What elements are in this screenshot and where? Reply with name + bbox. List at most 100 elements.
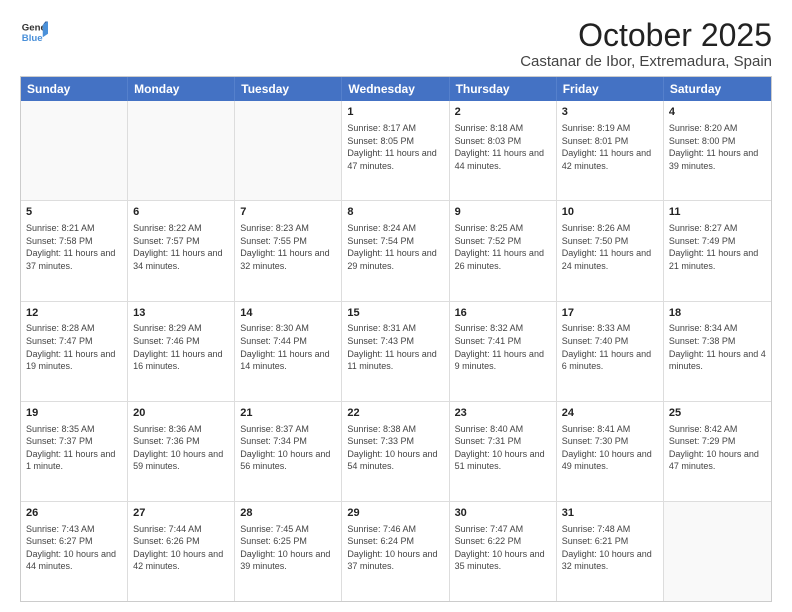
- day-info: Sunrise: 8:41 AM Sunset: 7:30 PM Dayligh…: [562, 423, 658, 473]
- calendar-cell-w1-d6: 3 Sunrise: 8:19 AM Sunset: 8:01 PM Daylig…: [557, 101, 664, 200]
- calendar-cell-w3-d3: 14Sunrise: 8:30 AM Sunset: 7:44 PM Dayli…: [235, 302, 342, 401]
- day-info: Sunrise: 8:24 AM Sunset: 7:54 PM Dayligh…: [347, 222, 443, 272]
- calendar-header: Sunday Monday Tuesday Wednesday Thursday…: [21, 77, 771, 101]
- day-number: 25: [669, 406, 766, 421]
- calendar-cell-w2-d2: 6 Sunrise: 8:22 AM Sunset: 7:57 PM Daylig…: [128, 201, 235, 300]
- page-subtitle: Castanar de Ibor, Extremadura, Spain: [520, 53, 772, 70]
- day-number: 12: [26, 306, 122, 321]
- dow-friday: Friday: [557, 77, 664, 101]
- day-info: Sunrise: 8:29 AM Sunset: 7:46 PM Dayligh…: [133, 322, 229, 372]
- day-info: Sunrise: 7:48 AM Sunset: 6:21 PM Dayligh…: [562, 523, 658, 573]
- day-number: 21: [240, 406, 336, 421]
- calendar-cell-w2-d4: 8 Sunrise: 8:24 AM Sunset: 7:54 PM Daylig…: [342, 201, 449, 300]
- logo-icon: General Blue: [20, 18, 48, 46]
- day-number: 4: [669, 105, 766, 120]
- day-number: 9: [455, 205, 551, 220]
- day-info: Sunrise: 8:22 AM Sunset: 7:57 PM Dayligh…: [133, 222, 229, 272]
- day-number: 27: [133, 506, 229, 521]
- day-number: 24: [562, 406, 658, 421]
- day-number: 19: [26, 406, 122, 421]
- calendar-cell-w2-d1: 5 Sunrise: 8:21 AM Sunset: 7:58 PM Daylig…: [21, 201, 128, 300]
- day-number: 10: [562, 205, 658, 220]
- calendar-cell-w5-d2: 27 Sunrise: 7:44 AM Sunset: 6:26 PM Dayli…: [128, 502, 235, 601]
- day-number: 8: [347, 205, 443, 220]
- calendar-cell-w2-d3: 7 Sunrise: 8:23 AM Sunset: 7:55 PM Daylig…: [235, 201, 342, 300]
- day-number: 26: [26, 506, 122, 521]
- day-number: 3: [562, 105, 658, 120]
- day-info: Sunrise: 8:23 AM Sunset: 7:55 PM Dayligh…: [240, 222, 336, 272]
- calendar-cell-w3-d4: 15Sunrise: 8:31 AM Sunset: 7:43 PM Dayli…: [342, 302, 449, 401]
- calendar-week-5: 26 Sunrise: 7:43 AM Sunset: 6:27 PM Dayli…: [21, 501, 771, 601]
- day-info: Sunrise: 8:28 AM Sunset: 7:47 PM Dayligh…: [26, 322, 122, 372]
- day-info: Sunrise: 8:40 AM Sunset: 7:31 PM Dayligh…: [455, 423, 551, 473]
- day-info: Sunrise: 7:46 AM Sunset: 6:24 PM Dayligh…: [347, 523, 443, 573]
- dow-wednesday: Wednesday: [342, 77, 449, 101]
- calendar-cell-w4-d5: 23 Sunrise: 8:40 AM Sunset: 7:31 PM Dayli…: [450, 402, 557, 501]
- day-number: 28: [240, 506, 336, 521]
- day-info: Sunrise: 7:44 AM Sunset: 6:26 PM Dayligh…: [133, 523, 229, 573]
- calendar-cell-w5-d7: [664, 502, 771, 601]
- day-number: 15: [347, 306, 443, 321]
- calendar-cell-w1-d7: 4Sunrise: 8:20 AM Sunset: 8:00 PM Daylig…: [664, 101, 771, 200]
- day-number: 22: [347, 406, 443, 421]
- day-number: 17: [562, 306, 658, 321]
- day-info: Sunrise: 8:36 AM Sunset: 7:36 PM Dayligh…: [133, 423, 229, 473]
- day-info: Sunrise: 7:43 AM Sunset: 6:27 PM Dayligh…: [26, 523, 122, 573]
- calendar-cell-w5-d3: 28 Sunrise: 7:45 AM Sunset: 6:25 PM Dayli…: [235, 502, 342, 601]
- page: General Blue October 2025 Castanar de Ib…: [0, 0, 792, 612]
- day-info: Sunrise: 8:37 AM Sunset: 7:34 PM Dayligh…: [240, 423, 336, 473]
- day-number: 5: [26, 205, 122, 220]
- day-info: Sunrise: 8:42 AM Sunset: 7:29 PM Dayligh…: [669, 423, 766, 473]
- calendar-cell-w5-d4: 29 Sunrise: 7:46 AM Sunset: 6:24 PM Dayli…: [342, 502, 449, 601]
- dow-monday: Monday: [128, 77, 235, 101]
- calendar-cell-w4-d1: 19 Sunrise: 8:35 AM Sunset: 7:37 PM Dayli…: [21, 402, 128, 501]
- day-number: 6: [133, 205, 229, 220]
- calendar-cell-w4-d4: 22 Sunrise: 8:38 AM Sunset: 7:33 PM Dayli…: [342, 402, 449, 501]
- calendar-cell-w4-d7: 25 Sunrise: 8:42 AM Sunset: 7:29 PM Dayli…: [664, 402, 771, 501]
- calendar-body: 1Sunrise: 8:17 AM Sunset: 8:05 PM Daylig…: [21, 101, 771, 601]
- day-info: Sunrise: 8:33 AM Sunset: 7:40 PM Dayligh…: [562, 322, 658, 372]
- day-number: 16: [455, 306, 551, 321]
- day-info: Sunrise: 8:18 AM Sunset: 8:03 PM Dayligh…: [455, 122, 551, 172]
- day-number: 7: [240, 205, 336, 220]
- calendar-cell-w4-d6: 24 Sunrise: 8:41 AM Sunset: 7:30 PM Dayli…: [557, 402, 664, 501]
- day-number: 2: [455, 105, 551, 120]
- day-info: Sunrise: 8:32 AM Sunset: 7:41 PM Dayligh…: [455, 322, 551, 372]
- calendar-week-4: 19 Sunrise: 8:35 AM Sunset: 7:37 PM Dayli…: [21, 401, 771, 501]
- calendar-cell-w2-d7: 11Sunrise: 8:27 AM Sunset: 7:49 PM Dayli…: [664, 201, 771, 300]
- calendar-cell-w2-d6: 10Sunrise: 8:26 AM Sunset: 7:50 PM Dayli…: [557, 201, 664, 300]
- calendar-cell-w1-d2: [128, 101, 235, 200]
- day-info: Sunrise: 8:35 AM Sunset: 7:37 PM Dayligh…: [26, 423, 122, 473]
- day-info: Sunrise: 8:21 AM Sunset: 7:58 PM Dayligh…: [26, 222, 122, 272]
- calendar-cell-w1-d4: 1Sunrise: 8:17 AM Sunset: 8:05 PM Daylig…: [342, 101, 449, 200]
- calendar-cell-w5-d1: 26 Sunrise: 7:43 AM Sunset: 6:27 PM Dayli…: [21, 502, 128, 601]
- dow-thursday: Thursday: [450, 77, 557, 101]
- header: General Blue October 2025 Castanar de Ib…: [20, 18, 772, 70]
- calendar-week-3: 12Sunrise: 8:28 AM Sunset: 7:47 PM Dayli…: [21, 301, 771, 401]
- day-info: Sunrise: 8:30 AM Sunset: 7:44 PM Dayligh…: [240, 322, 336, 372]
- dow-saturday: Saturday: [664, 77, 771, 101]
- dow-sunday: Sunday: [21, 77, 128, 101]
- day-number: 30: [455, 506, 551, 521]
- calendar-cell-w2-d5: 9 Sunrise: 8:25 AM Sunset: 7:52 PM Daylig…: [450, 201, 557, 300]
- day-number: 29: [347, 506, 443, 521]
- calendar-cell-w3-d2: 13Sunrise: 8:29 AM Sunset: 7:46 PM Dayli…: [128, 302, 235, 401]
- calendar-cell-w4-d3: 21 Sunrise: 8:37 AM Sunset: 7:34 PM Dayli…: [235, 402, 342, 501]
- day-info: Sunrise: 8:38 AM Sunset: 7:33 PM Dayligh…: [347, 423, 443, 473]
- day-number: 23: [455, 406, 551, 421]
- calendar-cell-w1-d5: 2 Sunrise: 8:18 AM Sunset: 8:03 PM Daylig…: [450, 101, 557, 200]
- calendar-week-2: 5 Sunrise: 8:21 AM Sunset: 7:58 PM Daylig…: [21, 200, 771, 300]
- day-info: Sunrise: 8:19 AM Sunset: 8:01 PM Dayligh…: [562, 122, 658, 172]
- calendar-cell-w1-d1: [21, 101, 128, 200]
- day-info: Sunrise: 7:47 AM Sunset: 6:22 PM Dayligh…: [455, 523, 551, 573]
- day-info: Sunrise: 8:31 AM Sunset: 7:43 PM Dayligh…: [347, 322, 443, 372]
- day-info: Sunrise: 8:34 AM Sunset: 7:38 PM Dayligh…: [669, 322, 766, 372]
- page-title: October 2025: [520, 18, 772, 53]
- calendar-cell-w3-d5: 16Sunrise: 8:32 AM Sunset: 7:41 PM Dayli…: [450, 302, 557, 401]
- day-info: Sunrise: 8:25 AM Sunset: 7:52 PM Dayligh…: [455, 222, 551, 272]
- day-number: 11: [669, 205, 766, 220]
- calendar-cell-w3-d1: 12Sunrise: 8:28 AM Sunset: 7:47 PM Dayli…: [21, 302, 128, 401]
- calendar-week-1: 1Sunrise: 8:17 AM Sunset: 8:05 PM Daylig…: [21, 101, 771, 200]
- day-info: Sunrise: 7:45 AM Sunset: 6:25 PM Dayligh…: [240, 523, 336, 573]
- day-number: 18: [669, 306, 766, 321]
